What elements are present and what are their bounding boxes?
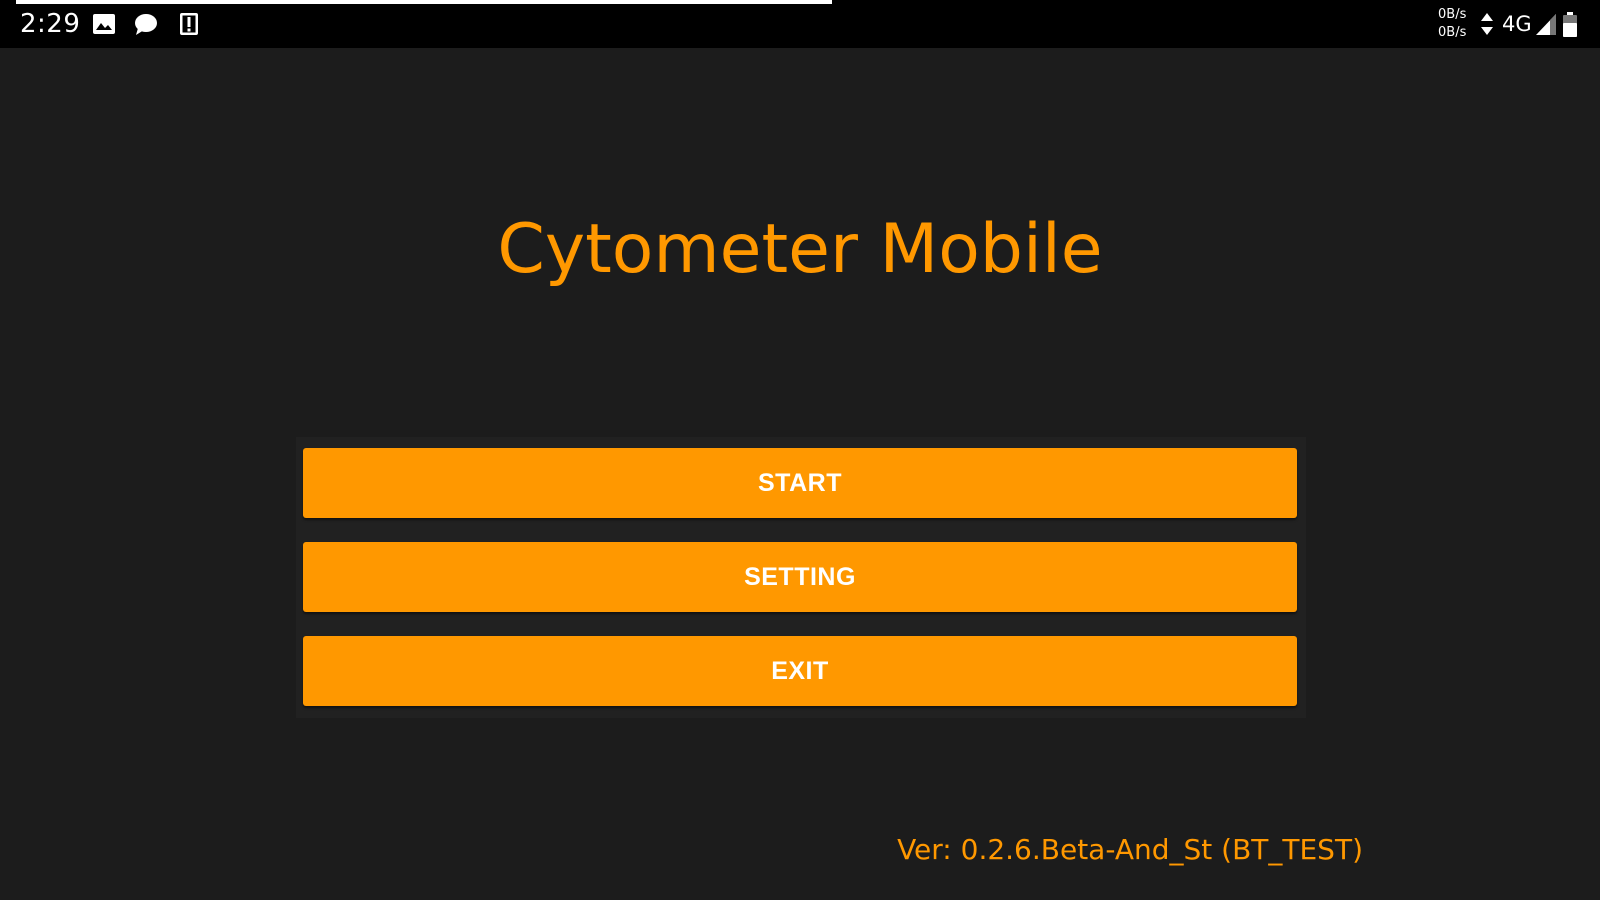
data-arrows-icon — [1480, 12, 1494, 36]
net-speed-down: 0B/s — [1438, 25, 1467, 40]
alert-icon — [178, 12, 202, 36]
exit-button[interactable]: EXIT — [303, 636, 1297, 706]
version-label: Ver: 0.2.6.Beta-And_St (BT_TEST) — [897, 833, 1363, 866]
battery-icon — [1562, 12, 1578, 37]
network-type: 4G — [1502, 12, 1532, 36]
network-speed: 0B/s 0B/s — [1438, 6, 1466, 42]
status-bar: 2:29 0B/s 0B/s 4G — [0, 0, 1600, 48]
signal-icon — [1534, 12, 1558, 36]
app-title: Cytometer Mobile — [497, 210, 1103, 289]
image-icon — [92, 12, 116, 36]
main-menu-panel: START SETTING EXIT — [296, 437, 1306, 718]
loading-progress-line — [16, 0, 832, 4]
start-button[interactable]: START — [303, 448, 1297, 518]
setting-button[interactable]: SETTING — [303, 542, 1297, 612]
net-speed-up: 0B/s — [1438, 7, 1467, 22]
message-icon — [134, 12, 158, 36]
status-clock: 2:29 — [20, 9, 81, 39]
